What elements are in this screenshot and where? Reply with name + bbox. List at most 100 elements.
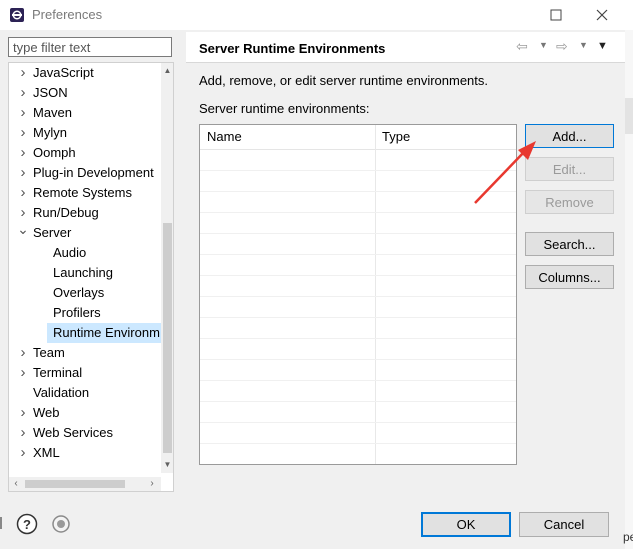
tree-item-label: Server [33, 225, 72, 240]
chevron-right-icon[interactable]: › [17, 123, 29, 143]
record-icon[interactable] [50, 513, 72, 535]
cancel-button[interactable]: Cancel [519, 512, 609, 537]
column-divider [375, 125, 376, 464]
tree-item-mylyn[interactable]: › Mylyn [9, 123, 164, 143]
tree-item-web-services[interactable]: › Web Services [9, 423, 164, 443]
runtimes-label: Server runtime environments: [199, 101, 370, 116]
window-title: Preferences [32, 7, 103, 22]
tree-item-server[interactable]: ⌄ Server [9, 221, 164, 243]
table-row-line [200, 296, 516, 297]
tree-item-runtime-environm[interactable]: Runtime Environm [47, 323, 162, 343]
tree-item-label: Runtime Environm [53, 325, 160, 340]
tree-item-label: Overlays [53, 285, 105, 300]
chevron-right-icon[interactable]: › [17, 143, 29, 163]
tree-item-label: Maven [33, 105, 73, 120]
column-header-name[interactable]: Name [207, 129, 242, 144]
scroll-left-icon[interactable]: ‹ [9, 477, 23, 491]
tree-item-label: Profilers [53, 305, 101, 320]
tree-item-web[interactable]: › Web [9, 403, 164, 423]
tree-item-maven[interactable]: › Maven [9, 103, 164, 123]
tree-item-label: Remote Systems [33, 185, 132, 200]
chevron-right-icon[interactable]: › [17, 163, 29, 183]
tree-item-oomph[interactable]: › Oomph [9, 143, 164, 163]
background-window-text: pe [623, 530, 633, 544]
maximize-button[interactable] [533, 0, 579, 30]
annotation-arrow-icon [474, 141, 536, 204]
tree-item-run-debug[interactable]: › Run/Debug [9, 203, 164, 223]
chevron-right-icon[interactable]: › [17, 443, 29, 463]
back-arrow-icon[interactable]: ⇦ [516, 38, 528, 55]
chevron-right-icon[interactable]: › [17, 363, 29, 383]
window-edge-mark [0, 517, 2, 529]
ok-button[interactable]: OK [421, 512, 511, 537]
tree-item-terminal[interactable]: › Terminal [9, 363, 164, 383]
table-row-line [200, 275, 516, 276]
close-icon [596, 9, 608, 21]
tree-item-label: Web Services [33, 425, 113, 440]
table-row-line [200, 317, 516, 318]
chevron-right-icon[interactable]: › [17, 83, 29, 103]
page-description: Add, remove, or edit server runtime envi… [199, 73, 489, 88]
chevron-right-icon[interactable]: › [17, 423, 29, 443]
table-row-line [200, 443, 516, 444]
tree-item-xml[interactable]: › XML [9, 443, 164, 463]
chevron-right-icon[interactable]: › [17, 403, 29, 423]
table-row-line [200, 422, 516, 423]
tree-item-overlays[interactable]: Overlays [47, 283, 162, 303]
tree-item-remote-systems[interactable]: › Remote Systems [9, 183, 164, 203]
chevron-right-icon[interactable]: › [17, 63, 29, 83]
tree-item-audio[interactable]: Audio [47, 243, 162, 263]
scroll-thumb-horizontal[interactable] [25, 480, 125, 488]
tree-item-label: Mylyn [33, 125, 67, 140]
eclipse-app-icon [10, 8, 24, 22]
tree-item-profilers[interactable]: Profilers [47, 303, 162, 323]
table-row-line [200, 191, 516, 192]
scroll-up-icon[interactable]: ▲ [161, 65, 173, 77]
chevron-down-icon[interactable]: ⌄ [17, 219, 29, 239]
close-button[interactable] [579, 0, 625, 30]
tree-item-label: XML [33, 445, 60, 460]
scroll-down-icon[interactable]: ▼ [161, 459, 173, 471]
chevron-right-icon[interactable]: › [17, 103, 29, 123]
chevron-right-icon[interactable]: › [17, 183, 29, 203]
tree-item-validation[interactable]: Validation [9, 383, 164, 403]
tree-horizontal-scrollbar[interactable]: ‹ › [9, 477, 161, 491]
tree-item-label: Run/Debug [33, 205, 99, 220]
tree-item-json[interactable]: › JSON [9, 83, 164, 103]
scroll-thumb[interactable] [163, 223, 172, 453]
table-row-line [200, 401, 516, 402]
view-menu-icon[interactable]: ▼ [597, 40, 608, 52]
tree-item-javascript[interactable]: › JavaScript [9, 63, 164, 83]
tree-item-label: JavaScript [33, 65, 94, 80]
tree-item-label: Launching [53, 265, 113, 280]
chevron-right-icon[interactable]: › [17, 343, 29, 363]
svg-text:?: ? [23, 517, 31, 532]
help-icon[interactable]: ? [16, 513, 38, 535]
tree-item-label: Plug-in Development [33, 165, 154, 180]
column-header-type[interactable]: Type [382, 129, 410, 144]
tree-vertical-scrollbar[interactable]: ▲ ▼ [161, 63, 173, 473]
filter-input[interactable]: type filter text [8, 37, 172, 57]
tree-item-label: Web [33, 405, 60, 420]
table-row-line [200, 338, 516, 339]
tree-item-label: Oomph [33, 145, 76, 160]
tree-item-label: Validation [33, 385, 90, 400]
table-row-line [200, 212, 516, 213]
back-menu-icon[interactable]: ▼ [539, 40, 548, 50]
tree-item-label: Terminal [33, 365, 83, 380]
page-title: Server Runtime Environments [199, 41, 386, 56]
search-button[interactable]: Search... [525, 232, 614, 256]
tree-item-launching[interactable]: Launching [47, 263, 162, 283]
scroll-right-icon[interactable]: › [145, 477, 159, 491]
table-row-line [200, 380, 516, 381]
columns-button[interactable]: Columns... [525, 265, 614, 289]
tree-item-label: Audio [53, 245, 87, 260]
maximize-icon [550, 9, 562, 21]
forward-menu-icon[interactable]: ▼ [579, 40, 588, 50]
forward-arrow-icon[interactable]: ⇨ [556, 38, 568, 55]
tree-item-team[interactable]: › Team [9, 343, 164, 363]
table-row-line [200, 359, 516, 360]
tree-item-label: JSON [33, 85, 68, 100]
table-row-line [200, 233, 516, 234]
tree-item-plug-in-development[interactable]: › Plug-in Development [9, 163, 164, 183]
